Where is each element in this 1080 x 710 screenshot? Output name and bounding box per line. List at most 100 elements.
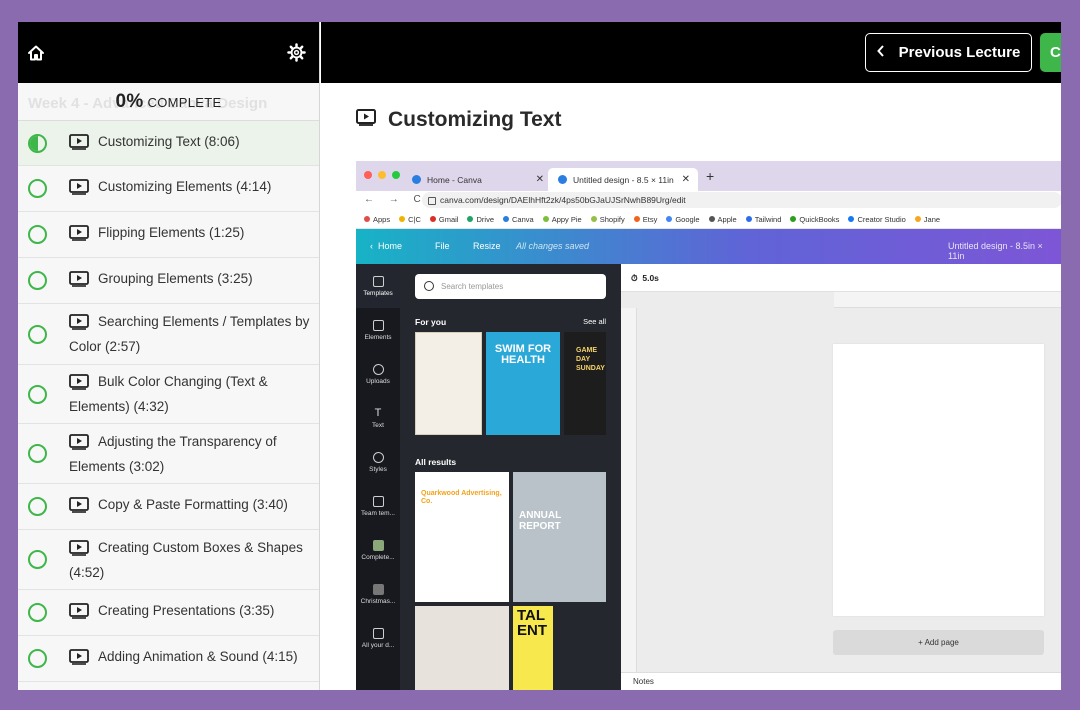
browser-tab: Untitled design - 8.5 × 11in ✕ — [548, 168, 698, 191]
template-thumbnail: SWIM FOR HEALTH — [486, 332, 560, 435]
incomplete-status-icon — [28, 179, 47, 198]
template-thumbnail: ANNUAL REPORT — [513, 472, 606, 602]
lecture-item[interactable]: Customizing Elements (4:14) — [18, 166, 319, 212]
incomplete-status-icon — [28, 497, 47, 516]
rail-item: Complete... — [356, 528, 400, 572]
lecture-item[interactable]: Adding Animation & Sound (4:15) — [18, 636, 319, 682]
previous-lecture-button[interactable]: Previous Lecture — [865, 33, 1032, 72]
see-all-link: See all — [583, 317, 606, 326]
lecture-topbar: Previous Lecture C — [321, 22, 1061, 83]
progress-label: COMPLETE — [147, 94, 222, 110]
in-progress-status-icon — [28, 133, 47, 153]
canva-home-link: ‹ Home — [370, 241, 403, 251]
lecture-item[interactable]: Customizing Text (8:06) — [18, 121, 319, 166]
video-icon — [69, 539, 89, 562]
incomplete-status-icon — [28, 324, 47, 344]
lecture-item[interactable]: Grouping Elements (3:25) — [18, 258, 319, 304]
bookmark: Apple — [709, 215, 737, 224]
chevron-left-icon — [876, 44, 885, 61]
video-icon — [69, 225, 89, 247]
video-icon — [356, 108, 376, 132]
lecture-title: Customizing Text (8:06) — [98, 133, 240, 149]
bookmark: Canva — [503, 215, 534, 224]
home-icon[interactable] — [27, 44, 45, 62]
lecture-title: Grouping Elements (3:25) — [98, 271, 253, 286]
video-icon — [69, 179, 89, 201]
lecture-title: Copy & Paste Formatting (3:40) — [98, 497, 288, 512]
template-thumbnail — [415, 332, 482, 435]
course-player: Week 4 - Advanced Canva Design 0% COMPLE… — [18, 22, 1061, 690]
all-results-heading: All results — [415, 457, 457, 467]
bookmark: Drive — [467, 215, 494, 224]
video-icon — [69, 649, 89, 671]
bookmark: Shopify — [591, 215, 625, 224]
tab-label: Untitled design - 8.5 × 11in — [573, 174, 674, 185]
complete-continue-button[interactable]: C — [1040, 33, 1061, 72]
bookmark: Gmail — [430, 215, 459, 224]
course-progress: Week 4 - Advanced Canva Design 0% COMPLE… — [18, 83, 319, 121]
bookmark: Jane — [915, 215, 940, 224]
video-icon — [69, 374, 89, 396]
video-icon — [69, 271, 89, 293]
bookmark: Creator Studio — [848, 215, 905, 224]
canva-notes: Notes — [621, 672, 1061, 690]
canva-editor: ⏱ 5.0s + Add page Notes — [621, 264, 1061, 690]
canva-header: ‹ Home File Resize All changes saved Unt… — [356, 229, 1061, 264]
lecture-heading: Customizing Text — [356, 108, 561, 132]
tab-label: Home - Canva — [427, 174, 482, 185]
template-thumbnail: TALENT — [513, 606, 553, 690]
lecture-item[interactable]: Creating Presentations (3:35) — [18, 590, 319, 636]
template-thumbnail — [415, 606, 509, 690]
browser-tab: Home - Canva ✕ — [402, 168, 552, 191]
lecture-item[interactable]: Searching Elements / Templates by Color … — [18, 304, 319, 365]
for-you-heading: For you — [415, 317, 447, 327]
bookmark: Tailwind — [746, 215, 782, 224]
video-icon — [69, 133, 89, 156]
template-thumbnail: Quarkwood Advertising, Co. — [415, 472, 509, 602]
rail-item: T Text — [372, 407, 384, 429]
lecture-item[interactable]: Copy & Paste Formatting (3:40) — [18, 484, 319, 530]
lecture-title: Flipping Elements (1:25) — [98, 225, 245, 240]
rail-item: Uploads — [356, 352, 400, 396]
rail-item: Team tem... — [356, 484, 400, 528]
incomplete-status-icon — [28, 550, 47, 569]
progress-percent: 0% — [115, 90, 144, 112]
bookmark: Etsy — [634, 215, 658, 224]
video-icon — [69, 314, 89, 336]
canva-save-status: All changes saved — [516, 241, 590, 251]
lecture-title: Creating Presentations (3:35) — [98, 603, 275, 618]
lecture-title: Adjusting the Transparency of Elements (… — [69, 433, 277, 474]
incomplete-status-icon — [28, 271, 47, 290]
previous-lecture-label: Previous Lecture — [898, 44, 1021, 61]
canva-templates-panel: Search templates For you See all SWIM FO… — [400, 264, 621, 690]
video-icon — [69, 497, 89, 519]
browser-tabbar: Home - Canva ✕ Untitled design - 8.5 × 11… — [356, 161, 1061, 191]
canva-add-page-button: + Add page — [833, 630, 1044, 655]
video-icon — [69, 603, 89, 625]
canva-file-menu: File — [435, 241, 450, 251]
rail-item: All your d... — [356, 616, 400, 660]
lecture-main: Previous Lecture C Customizing Text Home… — [321, 22, 1061, 690]
video-player[interactable]: Home - Canva ✕ Untitled design - 8.5 × 11… — [356, 161, 1061, 690]
lecture-title: Bulk Color Changing (Text & Elements) (4… — [69, 374, 268, 414]
gear-icon[interactable] — [287, 43, 306, 62]
sidebar-header — [18, 22, 319, 83]
template-thumbnail: GAME DAY SUNDAY — [564, 332, 606, 435]
canva-doc-title: Untitled design - 8.5in × 11in — [948, 241, 1043, 261]
bookmark: QuickBooks — [790, 215, 839, 224]
lecture-item[interactable]: Bulk Color Changing (Text & Elements) (4… — [18, 365, 319, 424]
lecture-item[interactable]: Flipping Elements (1:25) — [18, 212, 319, 258]
bookmark: C|C — [399, 215, 421, 224]
lecture-item[interactable]: Creating Custom Boxes & Shapes (4:52) — [18, 530, 319, 590]
canva-resize-menu: Resize — [473, 241, 501, 251]
incomplete-status-icon — [28, 444, 47, 463]
bookmark: Google — [666, 215, 699, 224]
canva-search-templates: Search templates — [415, 274, 606, 299]
incomplete-status-icon — [28, 384, 47, 404]
incomplete-status-icon — [28, 649, 47, 668]
incomplete-status-icon — [28, 603, 47, 622]
url-text: canva.com/design/DAElhHft2zk/4ps50bGJaUJ… — [422, 192, 1061, 208]
canva-timer: ⏱ 5.0s — [621, 264, 1061, 292]
rail-item: Elements — [356, 308, 400, 352]
lecture-item[interactable]: Adjusting the Transparency of Elements (… — [18, 424, 319, 484]
